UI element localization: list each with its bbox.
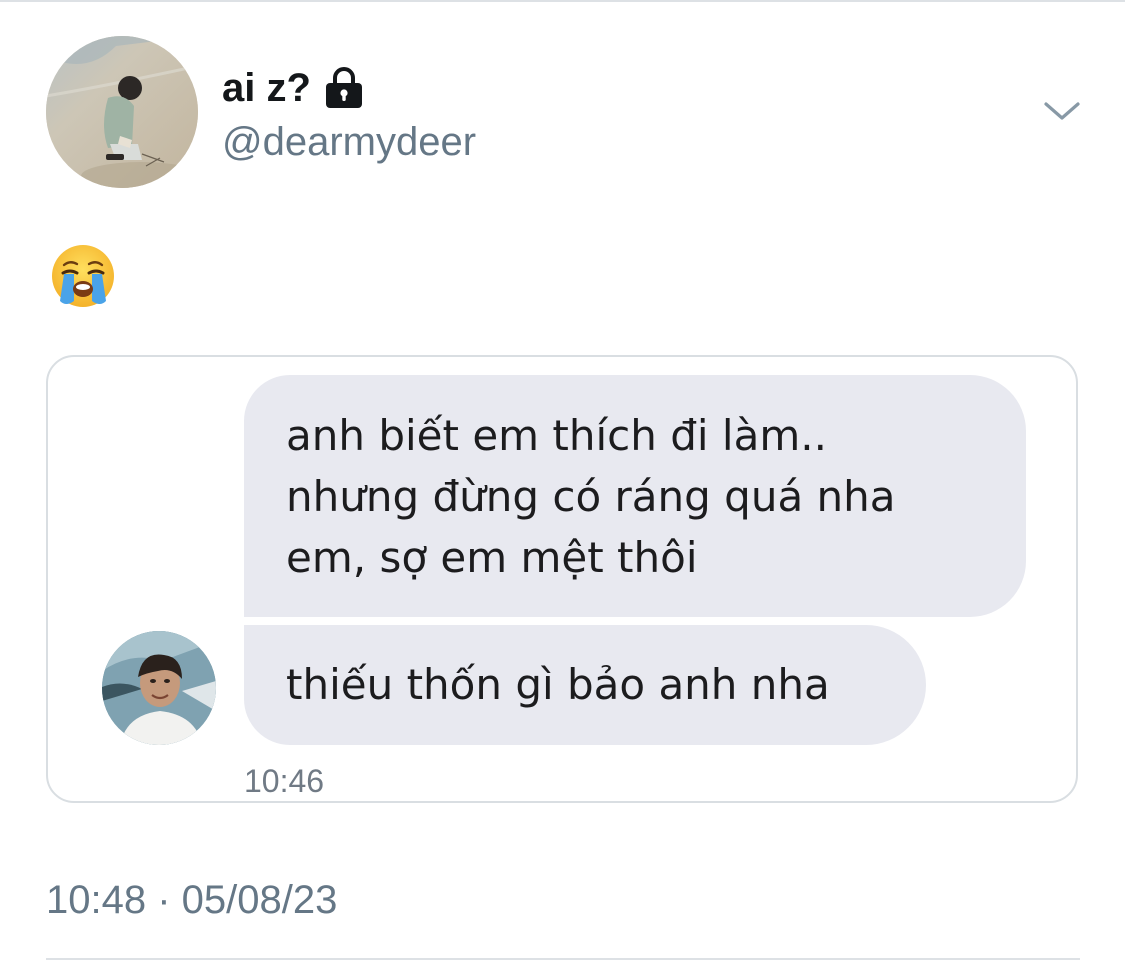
chat-bubble: anh biết em thích đi làm.. nhưng đừng có… [244,375,1026,617]
chat-text-line: em, sợ em mệt thôi [286,533,698,582]
loudly-crying-face-emoji [50,243,116,309]
chat-text-line: thiếu thốn gì bảo anh nha [286,660,830,709]
tweet-timestamp[interactable]: 10:48 · 05/08/23 [46,875,337,925]
display-name[interactable]: ai z? [222,62,311,114]
author-name-row[interactable]: ai z? [222,62,365,114]
chat-message-time: 10:46 [244,763,325,799]
profile-avatar-image [46,36,198,188]
top-divider [0,0,1125,2]
author-handle[interactable]: @dearmydeer [222,118,476,166]
chat-bubble: thiếu thốn gì bảo anh nha [244,625,926,745]
media-card[interactable]: anh biết em thích đi làm.. nhưng đừng có… [46,355,1078,803]
sender-avatar [102,631,216,745]
chat-text-line: nhưng đừng có ráng quá nha [286,472,896,521]
bottom-divider [46,958,1080,960]
chat-text-line: anh biết em thích đi làm.. [286,411,827,460]
chevron-down-icon [1044,102,1080,120]
profile-avatar[interactable] [46,36,198,188]
lock-icon [323,66,365,110]
tweet-menu-button[interactable] [1040,94,1084,130]
